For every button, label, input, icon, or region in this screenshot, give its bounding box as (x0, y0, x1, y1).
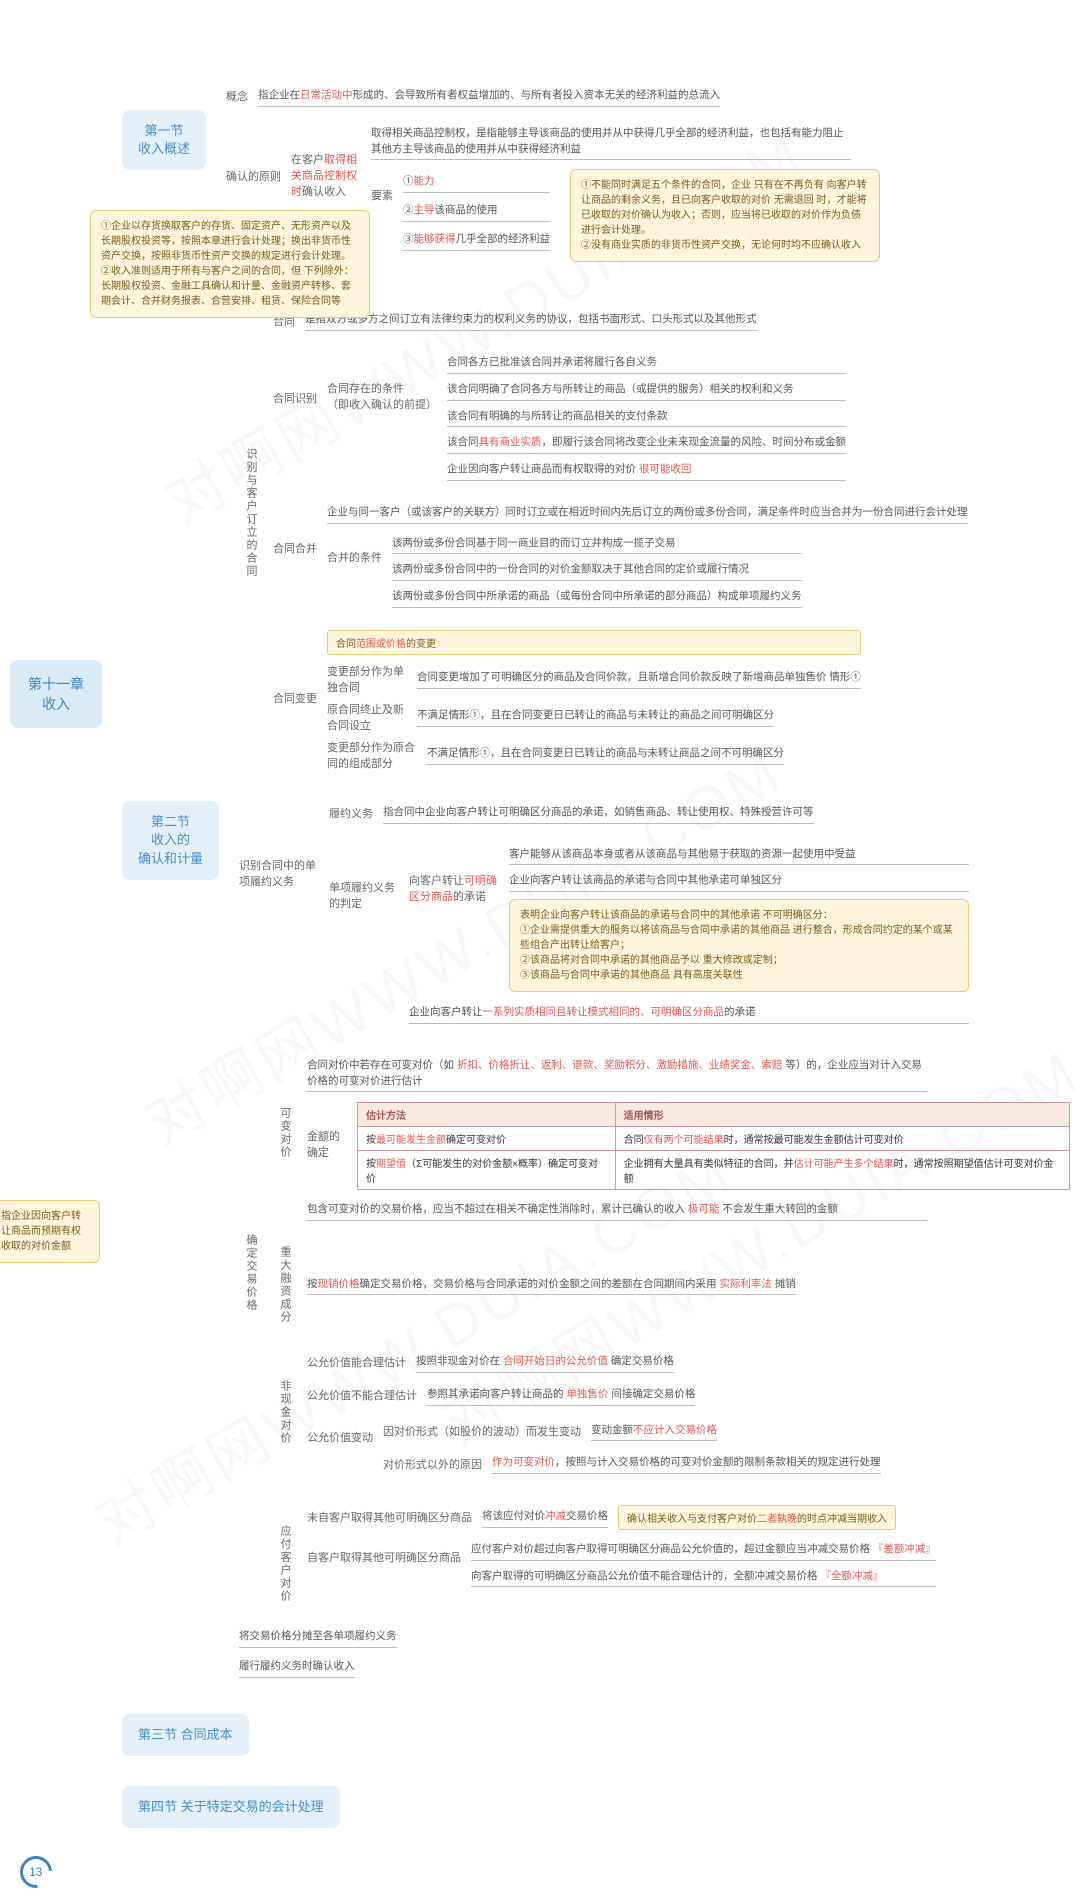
rc2: 该合同明确了合同各方与所转让的商品（或提供的服务）相关的权利和义务 (447, 380, 846, 401)
b3-side: 指企业因向客户转让商品而预期有权收取的对价金额 (0, 1200, 100, 1263)
var-limit: 包含可变对价的交易价格，应当不超过在相关不确定性消除时，累计已确认的收入 极可能… (307, 1200, 927, 1221)
callout-left: ①企业以存货换取客户的存货、固定资产、无形资产以及长期股权投资等，按照本章进行会… (90, 210, 370, 318)
element2: ②主导该商品的使用 (403, 201, 550, 222)
change-label: 合同变更 (273, 690, 317, 706)
fin-label: 重大融资成分 (273, 1242, 297, 1328)
mc1: 该两份或多份合同基于同一商业目的而订立并构成一揽子交易 (392, 534, 802, 555)
nc1-label: 公允价值能合理估计 (307, 1354, 406, 1370)
b2-label: 识别合同中的单项履约义务 (239, 857, 319, 889)
concept-label: 概念 (226, 88, 248, 104)
tbl-r1c2: 合同仅有两个可能结果时，通常按最可能发生金额估计可变对价 (615, 1127, 1069, 1151)
nc3b-label: 对价形式以外的原因 (383, 1456, 482, 1472)
mc2: 该两份或多份合同中的一份合同的对价金额取决于其他合同的定价或履行情况 (392, 560, 802, 581)
section2-node: 第二节 收入的 确认和计量 (122, 801, 219, 880)
callout-right: ①不能同时满足五个条件的合同，企业 只有在不再负有 向客户转让商品的剩余义务，且… (570, 169, 880, 262)
single-label: 单项履约义务的判定 (329, 879, 399, 911)
ch2-label: 原合同终止及新合同设立 (327, 701, 407, 733)
pay1-hl: 确认相关收入与支付客户对价二者孰晚的时点冲减当期收入 (618, 1505, 896, 1530)
b4: 将交易价格分摊至各单项履约义务 (239, 1627, 397, 1648)
noncash-label: 非现金对价 (273, 1376, 297, 1449)
tbl-h1: 估计方法 (358, 1103, 616, 1127)
rc3: 该合同有明确的与所转让的商品相关的支付条款 (447, 407, 846, 428)
nc3a-label: 因对价形式（如股价的波动）而发生变动 (383, 1423, 581, 1439)
rec-label: 合同识别 (273, 390, 317, 406)
single-to: 向客户转让可明确区分商品的承诺 (409, 872, 499, 904)
var-intro: 合同对价中若存在可变对价（如 折扣、价格折让、返利、退款、奖励积分、激励措施、业… (307, 1056, 927, 1093)
ch1: 合同变更增加了可明确区分的商品及合同价款，且新增合同价款反映了新增商品单独售价 … (417, 668, 861, 689)
series: 企业向客户转让一系列实质相同且转让模式相同的、可明确区分商品的承诺 (409, 1003, 969, 1024)
ch1-label: 变更部分作为单独合同 (327, 663, 407, 695)
tbl-r2c1: 按期望值（Σ可能发生的对价金额×概率）确定可变对价 (358, 1151, 616, 1190)
element3: ③能够获得几乎全部的经济利益 (403, 230, 550, 251)
nc2: 参照其承诺向客户转让商品的 单独售价 间接确定交易价格 (427, 1385, 695, 1406)
ch3: 不满足情形①，且在合同变更日已转让的商品与未转让商品之间不可明确区分 (427, 744, 784, 765)
b1-label: 识别与客户订立的合同 (239, 444, 263, 582)
sg2: 企业向客户转让该商品的承诺与合同中其他承诺可单独区分 (509, 871, 969, 892)
element1: ①能力 (403, 172, 550, 193)
concept-text: 指企业在日常活动中形成的、会导致所有者权益增加的、与所有者投入资本无关的经济利益… (258, 86, 720, 107)
pay1-label: 未自客户取得其他可明确区分商品 (307, 1509, 472, 1525)
perf-label: 履约义务 (329, 805, 373, 821)
merge-cond-label: 合并的条件 (327, 549, 382, 565)
pay2-label: 自客户取得其他可明确区分商品 (307, 1549, 461, 1565)
rec-cond-label: 合同存在的条件 （即收入确认的前提） (327, 380, 437, 412)
ctrl-def: 取得相关商品控制权，是指能够主导该商品的使用并从中获得几乎全部的经济利益，也包括… (371, 124, 851, 161)
merge-label: 合同合并 (273, 540, 317, 556)
root-node: 第十一章 收入 (10, 660, 102, 728)
principle-label: 确认的原则 (226, 168, 281, 184)
fin-text: 按现销价格确定交易价格，交易价格与合同承诺的对价金额之间的差额在合同期间内采用 … (307, 1275, 796, 1296)
tbl-r2c2: 企业拥有大量具有类似特征的合同，并估计可能产生多个结果时，通常按照期望值估计可变… (615, 1151, 1069, 1190)
rc1: 合同各方已批准该合同并承诺将履行各自义务 (447, 353, 846, 374)
nc3b: 作为可变对价，按照与计入交易价格的可变对价金额的限制条款相关的规定进行处理 (492, 1453, 881, 1474)
mc3: 该两份或多份合同中所承诺的商品（或每份合同中所承诺的部分商品）构成单项履约义务 (392, 587, 802, 608)
var-label: 可变对价 (273, 1103, 297, 1163)
var-table: 估计方法适用情形 按最可能发生金额确定可变对价合同仅有两个可能结果时，通常按最可… (357, 1102, 1070, 1190)
ch3-label: 变更部分作为原合同的组成部分 (327, 739, 417, 771)
section1-node: 第一节 收入概述 (122, 110, 206, 170)
pay2b: 向客户取得的可明确区分商品公允价值不能合理估计的，全额冲减交易价格 『全额冲减』 (471, 1567, 936, 1588)
tbl-h2: 适用情形 (615, 1103, 1069, 1127)
rc4: 该合同具有商业实质，即履行该合同将改变企业未来现金流量的风险、时间分布或金额 (447, 433, 846, 454)
tbl-r1c1: 按最可能发生金额确定可变对价 (358, 1127, 616, 1151)
elements-label: 要素 (371, 187, 393, 203)
b5: 履行履约义务时确认收入 (239, 1657, 355, 1678)
pay1: 将该应付对价冲减交易价格 (482, 1507, 608, 1528)
var-amt-label: 金额的确定 (307, 1128, 347, 1160)
nc1: 按照非现金对价在 合同开始日的公允价值 确定交易价格 (416, 1352, 674, 1373)
merge-intro: 企业与同一客户（或该客户的关联方）同时订立或在相近时间内先后订立的两份或多份合同… (327, 503, 968, 524)
when-label: 在客户取得相关商品控制权时确认收入 (291, 151, 361, 199)
sg-callout: 表明企业向客户转让该商品的承诺与合同中的其他承诺 不可明确区分： ①企业需提供重… (509, 899, 969, 992)
contract-def: 是指双方或多方之间订立有法律约束力的权利义务的协议，包括书面形式、口头形式以及其… (305, 310, 757, 331)
section4-node: 第四节 关于特定交易的会计处理 (122, 1786, 340, 1828)
pay2a: 应付客户对价超过向客户取得可明确区分商品公允价值的，超过金额应当冲减交易价格 『… (471, 1540, 936, 1561)
rc5: 企业因向客户转让商品而有权取得的对价 很可能收回 (447, 460, 846, 481)
nc3-label: 公允价值变动 (307, 1429, 373, 1445)
change-highlight: 合同范围或价格的变更 (327, 630, 861, 655)
b3-label: 确定交易价格 (239, 1230, 263, 1316)
nc3a: 变动金额不应计入交易价格 (591, 1421, 717, 1442)
nc2-label: 公允价值不能合理估计 (307, 1387, 417, 1403)
pay-label: 应付客户对价 (273, 1521, 297, 1607)
sg1: 客户能够从该商品本身或者从该商品与其他易于获取的资源一起使用中受益 (509, 845, 969, 866)
section3-node: 第三节 合同成本 (122, 1714, 249, 1756)
ch2: 不满足情形①，且在合同变更日已转让的商品与未转让的商品之间可明确区分 (417, 706, 774, 727)
perf-def: 指合同中企业向客户转让可明确区分商品的承诺，如销售商品、转让使用权、特殊授营许可… (383, 803, 814, 824)
